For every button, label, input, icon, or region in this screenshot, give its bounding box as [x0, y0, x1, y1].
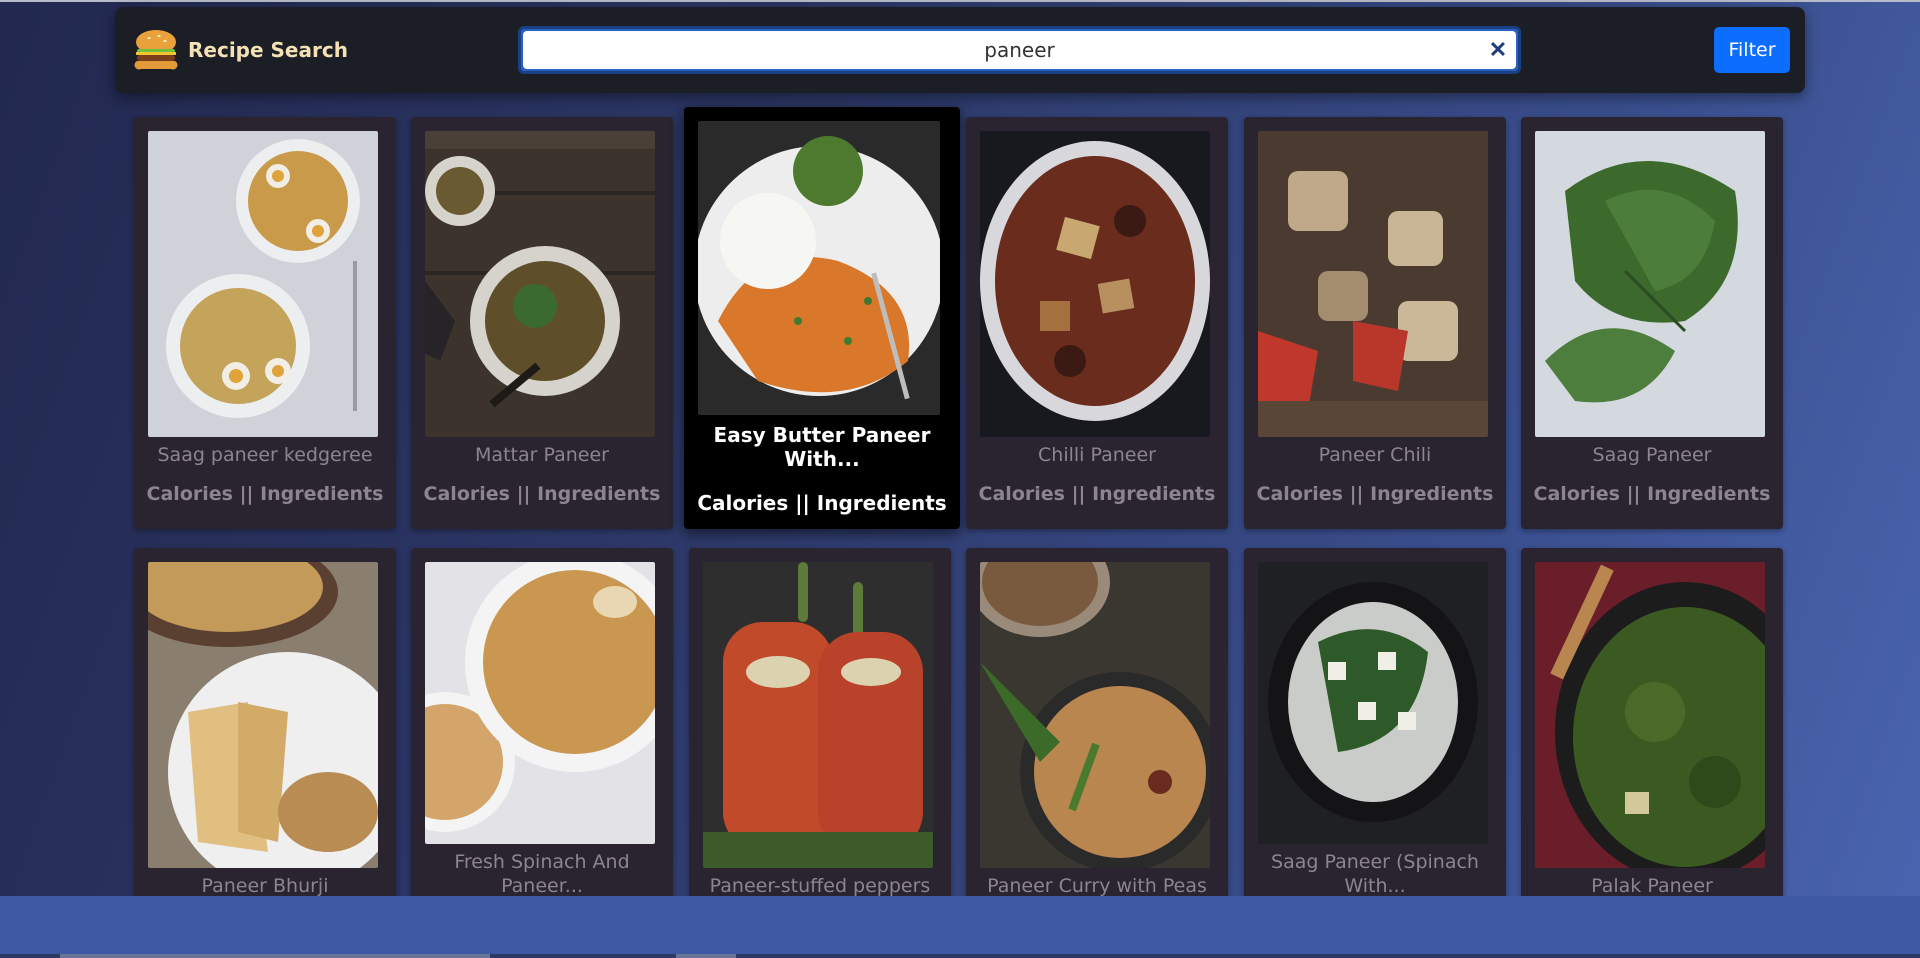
- recipe-image[interactable]: [980, 562, 1210, 868]
- recipe-title: Mattar Paneer: [475, 444, 609, 466]
- recipe-title: Saag Paneer (Spinach With...: [1271, 851, 1479, 897]
- scrollbar-marker: [676, 954, 736, 958]
- recipe-title: Paneer Bhurji: [201, 875, 329, 897]
- footer-bar: [0, 896, 1920, 958]
- recipe-meta[interactable]: Calories || Ingredients: [411, 483, 673, 505]
- recipe-meta[interactable]: Calories || Ingredients: [966, 483, 1228, 505]
- recipe-card[interactable]: Paneer Bhurji: [134, 548, 396, 948]
- recipe-image[interactable]: [425, 131, 655, 437]
- recipe-title: Palak Paneer: [1591, 875, 1713, 897]
- recipe-card[interactable]: Paneer Chili Calories || Ingredients: [1244, 117, 1506, 529]
- recipe-title: Fresh Spinach And Paneer...: [454, 851, 630, 897]
- recipe-meta[interactable]: Calories || Ingredients: [1244, 483, 1506, 505]
- recipe-card[interactable]: Chilli Paneer Calories || Ingredients: [966, 117, 1228, 529]
- scrollbar-thumb[interactable]: [60, 954, 490, 958]
- recipe-card[interactable]: Paneer-stuffed peppers: [689, 548, 951, 948]
- recipe-image[interactable]: [148, 562, 378, 868]
- recipe-meta[interactable]: Calories || Ingredients: [1521, 483, 1783, 505]
- recipe-image[interactable]: [698, 121, 940, 415]
- recipe-title: Paneer-stuffed peppers: [709, 875, 931, 897]
- recipe-image[interactable]: [980, 131, 1210, 437]
- recipe-meta[interactable]: Calories || Ingredients: [684, 491, 960, 515]
- recipe-image[interactable]: [1258, 562, 1488, 844]
- recipe-image[interactable]: [425, 562, 655, 844]
- recipe-image[interactable]: [1535, 131, 1765, 437]
- recipe-title: Saag Paneer: [1592, 444, 1712, 466]
- recipe-grid: Saag paneer kedgeree Calories || Ingredi…: [0, 0, 1920, 958]
- recipe-image[interactable]: [703, 562, 933, 868]
- recipe-card[interactable]: Mattar Paneer Calories || Ingredients: [411, 117, 673, 529]
- recipe-title: Saag paneer kedgeree: [157, 444, 373, 466]
- recipe-card[interactable]: Fresh Spinach And Paneer...: [411, 548, 673, 948]
- recipe-title: Easy Butter Paneer With...: [713, 423, 931, 471]
- recipe-card[interactable]: Saag Paneer (Spinach With...: [1244, 548, 1506, 948]
- recipe-meta[interactable]: Calories || Ingredients: [134, 483, 396, 505]
- recipe-image[interactable]: [1258, 131, 1488, 437]
- recipe-title: Paneer Curry with Peas: [987, 875, 1207, 897]
- recipe-image[interactable]: [148, 131, 378, 437]
- recipe-title: Chilli Paneer: [1038, 444, 1156, 466]
- recipe-image[interactable]: [1535, 562, 1765, 868]
- recipe-card[interactable]: Palak Paneer: [1521, 548, 1783, 948]
- recipe-title: Paneer Chili: [1318, 444, 1432, 466]
- recipe-card[interactable]: Saag Paneer Calories || Ingredients: [1521, 117, 1783, 529]
- recipe-card[interactable]: Paneer Curry with Peas: [966, 548, 1228, 948]
- recipe-card[interactable]: Saag paneer kedgeree Calories || Ingredi…: [134, 117, 396, 529]
- recipe-card-highlighted[interactable]: Easy Butter Paneer With... Calories || I…: [684, 107, 960, 529]
